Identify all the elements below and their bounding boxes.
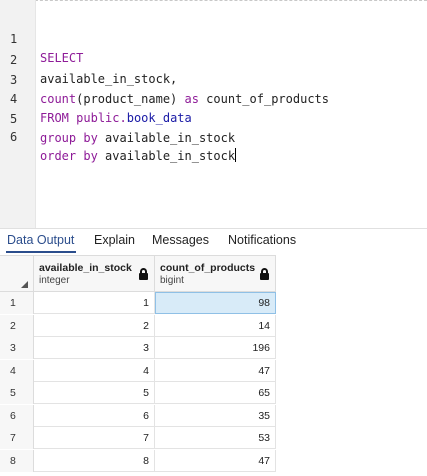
row-number[interactable]: 4 xyxy=(0,359,34,382)
table-row[interactable]: 1 1 98 xyxy=(0,292,276,314)
tab-explain[interactable]: Explain xyxy=(94,233,135,247)
row-number[interactable]: 2 xyxy=(0,314,34,337)
cell-count-of-products[interactable]: 14 xyxy=(155,314,276,337)
cell-available-in-stock[interactable]: 5 xyxy=(34,382,155,404)
cell-available-in-stock[interactable]: 6 xyxy=(34,404,155,427)
cell-available-in-stock[interactable]: 8 xyxy=(34,449,155,472)
line-number: 6 xyxy=(10,130,18,144)
column-header-available-in-stock[interactable]: available_in_stock integer xyxy=(34,256,155,292)
table-row[interactable]: 2 2 14 xyxy=(0,314,276,337)
table-row[interactable]: 3 3 196 xyxy=(0,337,276,359)
cell-count-of-products[interactable]: 98 xyxy=(155,292,276,314)
lock-icon xyxy=(260,268,269,280)
column-type: integer xyxy=(39,275,70,286)
tab-data-output[interactable]: Data Output xyxy=(7,233,74,247)
keyword-order-by: order by xyxy=(40,149,98,163)
code-text: available_in_stock xyxy=(97,131,236,145)
tab-messages[interactable]: Messages xyxy=(152,233,209,247)
tab-notifications[interactable]: Notifications xyxy=(228,233,296,247)
text-cursor xyxy=(235,148,237,162)
cell-count-of-products[interactable]: 47 xyxy=(155,359,276,382)
column-type: bigint xyxy=(160,275,184,286)
code-line-5[interactable]: 5 group by available_in_stock xyxy=(0,91,427,145)
column-header-count-of-products[interactable]: count_of_products bigint xyxy=(155,256,276,292)
column-name: count_of_products xyxy=(160,262,256,274)
code-line-1[interactable]: 1 SELECT xyxy=(0,11,427,65)
cell-count-of-products[interactable]: 35 xyxy=(155,404,276,427)
code-line-3[interactable]: 3 count(product_name) as count_of_produc… xyxy=(0,52,427,106)
cell-available-in-stock[interactable]: 2 xyxy=(34,314,155,337)
cell-available-in-stock[interactable]: 1 xyxy=(34,292,155,314)
row-number[interactable]: 1 xyxy=(0,292,34,314)
column-name: available_in_stock xyxy=(39,262,132,274)
table-row[interactable]: 6 6 35 xyxy=(0,404,276,427)
cell-available-in-stock[interactable]: 3 xyxy=(34,337,155,359)
row-number[interactable]: 6 xyxy=(0,404,34,427)
row-number[interactable]: 8 xyxy=(0,449,34,472)
select-all-corner[interactable] xyxy=(0,256,34,292)
row-number[interactable]: 3 xyxy=(0,337,34,359)
lock-icon xyxy=(139,268,148,280)
corner-triangle-icon xyxy=(21,281,28,288)
cell-available-in-stock[interactable]: 4 xyxy=(34,359,155,382)
cell-count-of-products[interactable]: 196 xyxy=(155,337,276,359)
sql-editor[interactable]: 1 SELECT 2 available_in_stock, 3 count(p… xyxy=(0,0,427,228)
result-tabs: Data Output Explain Messages Notificatio… xyxy=(0,228,427,254)
code-text: available_in_stock xyxy=(97,149,236,163)
table-row[interactable]: 5 5 65 xyxy=(0,382,276,404)
editor-top-border xyxy=(0,0,427,3)
keyword-group-by: group by xyxy=(40,131,98,145)
cell-available-in-stock[interactable]: 7 xyxy=(34,427,155,449)
table-row[interactable]: 4 4 47 xyxy=(0,359,276,382)
cell-count-of-products[interactable]: 65 xyxy=(155,382,276,404)
cell-count-of-products[interactable]: 53 xyxy=(155,427,276,449)
code-line-2[interactable]: 2 available_in_stock, xyxy=(0,32,427,86)
row-number[interactable]: 5 xyxy=(0,382,34,404)
table-row[interactable]: 7 7 53 xyxy=(0,427,276,449)
grid-header: available_in_stock integer count_of_prod… xyxy=(0,255,276,292)
code-line-6[interactable]: 6 order by available_in_stock xyxy=(0,109,427,163)
active-tab-indicator xyxy=(6,251,76,253)
table-row[interactable]: 8 8 47 xyxy=(0,449,276,472)
code-line-4[interactable]: 4 FROM public.book_data xyxy=(0,71,427,125)
cell-count-of-products[interactable]: 47 xyxy=(155,449,276,472)
row-number[interactable]: 7 xyxy=(0,427,34,449)
